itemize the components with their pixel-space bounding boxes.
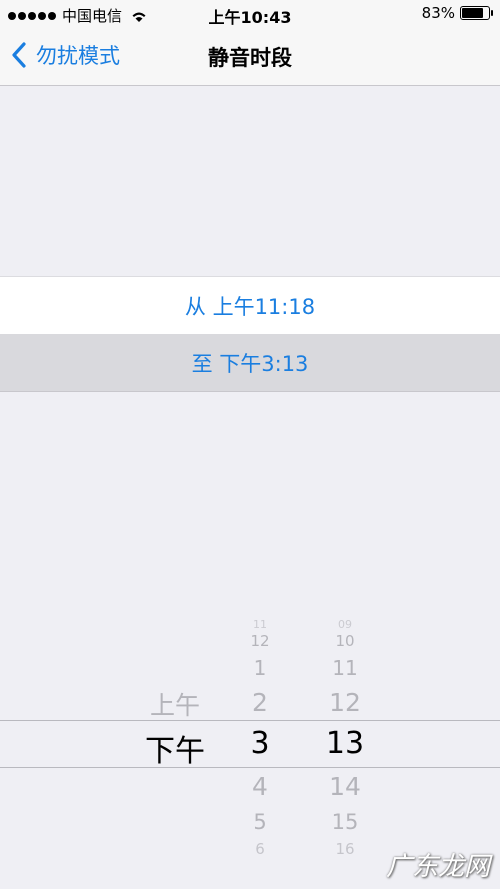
battery-percent: 83% xyxy=(421,4,455,22)
from-time-row[interactable]: 从 上午11:18 xyxy=(0,276,500,334)
from-time-label: 从 上午11:18 xyxy=(184,294,316,319)
picker-minute-item[interactable]: 12 xyxy=(305,688,385,717)
picker-hour-item[interactable]: 2 xyxy=(225,688,295,717)
picker-minute-selected[interactable]: 13 xyxy=(305,726,385,761)
navigation-bar: 勿扰模式 静音时段 xyxy=(0,28,500,86)
picker-ampm-selected[interactable]: 下午 xyxy=(130,726,220,770)
picker-hour-item[interactable]: 11 xyxy=(225,618,295,631)
watermark-logo: 广东龙网 xyxy=(385,852,490,882)
battery-icon xyxy=(460,6,493,20)
status-bar: 中国电信 上午10:43 83% xyxy=(0,0,500,28)
picker-hour-item[interactable]: 12 xyxy=(225,632,295,650)
picker-minute-item[interactable]: 09 xyxy=(305,618,385,631)
picker-hour-item[interactable]: 5 xyxy=(225,810,295,834)
picker-minute-item[interactable]: 14 xyxy=(305,772,385,801)
picker-minute-item[interactable]: 10 xyxy=(305,632,385,650)
picker-ampm-item[interactable]: 上午 xyxy=(130,686,220,722)
picker-hour-item[interactable]: 4 xyxy=(225,772,295,801)
status-right: 83% xyxy=(421,4,493,22)
page-title: 静音时段 xyxy=(208,46,292,70)
picker-minute-item[interactable]: 16 xyxy=(305,840,385,858)
to-time-row[interactable]: 至 下午3:13 xyxy=(0,334,500,392)
picker-hour-item[interactable]: 1 xyxy=(225,656,295,680)
picker-minute-item[interactable]: 15 xyxy=(305,810,385,834)
picker-hour-selected[interactable]: 3 xyxy=(225,726,295,761)
picker-hour-item[interactable]: 6 xyxy=(225,840,295,858)
picker-minute-item[interactable]: 11 xyxy=(305,656,385,680)
to-time-label: 至 下午3:13 xyxy=(191,351,309,376)
